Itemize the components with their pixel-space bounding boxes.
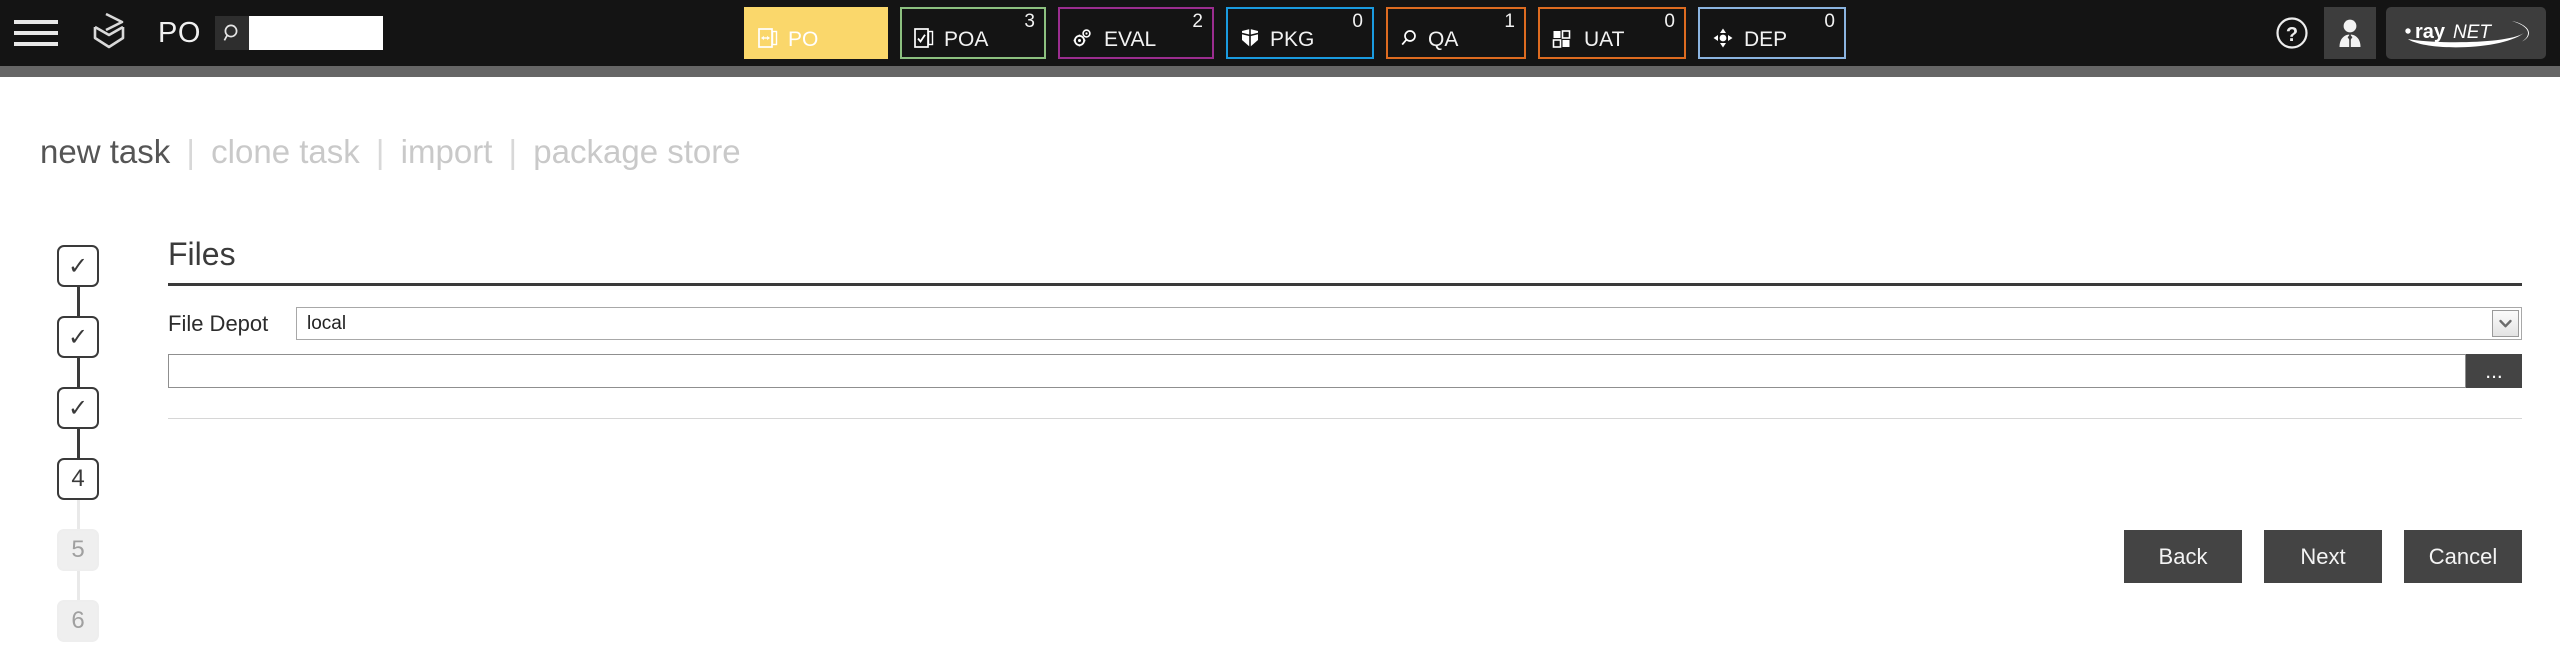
step-connector [76,500,80,529]
tab-label: EVAL [1104,28,1157,51]
tab-pkg[interactable]: PKG 0 [1226,7,1374,59]
tab-count: 0 [1824,11,1835,32]
back-button[interactable]: Back [2124,530,2242,583]
step-connector [76,571,80,600]
title-divider [168,283,2522,286]
header-right-controls: ? ray NET [2270,6,2546,60]
tab-po[interactable]: PO [744,7,888,59]
step-connector [76,287,80,316]
tab-qa[interactable]: QA 1 [1386,7,1526,59]
top-header-bar: PO PO POA 3 EVAL 2 PKG 0 QA 1 UAT 0 DEP … [0,0,2560,66]
tab-label: POA [944,28,989,51]
step-connector [76,429,80,458]
svg-text:?: ? [2286,24,2298,46]
question-mark-help-icon[interactable]: ? [2270,11,2314,55]
svg-text:NET: NET [2453,22,2492,43]
tab-label: PKG [1270,28,1315,51]
step-2[interactable]: ✓ [57,316,99,358]
breadcrumb-separator: | [186,133,195,170]
tab-dep[interactable]: DEP 0 [1698,7,1846,59]
gears-icon [1071,26,1095,50]
package-box-icon [1239,26,1261,50]
breadcrumb: new task | clone task | import | package… [40,133,741,171]
breadcrumb-separator: | [508,133,518,170]
status-tab-bar: PO POA 3 EVAL 2 PKG 0 QA 1 UAT 0 DEP 0 [744,7,1846,59]
deploy-target-icon [1711,26,1735,50]
hamburger-line [14,20,58,24]
step-5[interactable]: 5 [57,529,99,571]
raynet-deploy-logo-icon[interactable] [82,9,136,57]
file-depot-label: File Depot [168,310,269,336]
tab-label: UAT [1584,28,1625,51]
search-icon[interactable] [214,16,249,50]
cancel-button[interactable]: Cancel [2404,530,2522,583]
tab-uat[interactable]: UAT 0 [1538,7,1686,59]
hamburger-line [14,42,58,46]
breadcrumb-item-import[interactable]: import [401,133,493,170]
step-3[interactable]: ✓ [57,387,99,429]
package-order-icon [757,26,779,50]
module-label: PO [158,16,201,49]
tab-label: DEP [1744,28,1788,51]
file-depot-row: File Depot local [168,307,2522,340]
wizard-stepper: ✓ ✓ ✓ 4 5 6 [57,245,101,642]
next-button[interactable]: Next [2264,530,2382,583]
raynet-brand-logo[interactable]: ray NET [2386,7,2546,59]
breadcrumb-item-new-task[interactable]: new task [40,133,170,170]
tab-count: 0 [1664,11,1675,32]
checklist-grid-icon [1551,26,1575,50]
breadcrumb-separator: | [375,133,385,170]
tab-count: 0 [1352,11,1363,32]
tab-label: QA [1428,28,1459,51]
files-panel: Files File Depot local ... [168,236,2522,419]
search-input[interactable] [248,16,383,50]
step-1[interactable]: ✓ [57,245,99,287]
chevron-down-icon[interactable] [2492,310,2519,337]
svg-text:ray: ray [2415,21,2446,43]
search-box [214,16,383,50]
magnifier-icon [1399,28,1419,50]
hamburger-line [14,31,58,35]
breadcrumb-item-clone-task[interactable]: clone task [211,133,360,170]
browse-files-button[interactable]: ... [2466,354,2522,388]
header-underbar [0,66,2560,77]
step-connector [76,358,80,387]
order-approval-icon [913,26,935,50]
file-path-input[interactable] [168,354,2466,388]
step-4[interactable]: 4 [57,458,99,500]
tab-poa[interactable]: POA 3 [900,7,1046,59]
tab-eval[interactable]: EVAL 2 [1058,7,1214,59]
tab-count: 3 [1024,11,1035,32]
breadcrumb-item-package-store[interactable]: package store [533,133,740,170]
hamburger-menu-icon[interactable] [14,16,60,50]
page-title: Files [168,236,236,272]
panel-bottom-divider [168,418,2522,419]
tab-label: PO [788,28,819,51]
tab-count: 1 [1504,11,1515,32]
user-account-icon[interactable] [2324,7,2376,59]
file-depot-select[interactable]: local [296,307,2522,340]
file-path-row: ... [168,354,2522,388]
wizard-action-buttons: Back Next Cancel [2124,530,2522,583]
file-depot-value: local [307,312,347,334]
tab-count: 2 [1192,11,1203,32]
step-6[interactable]: 6 [57,600,99,642]
